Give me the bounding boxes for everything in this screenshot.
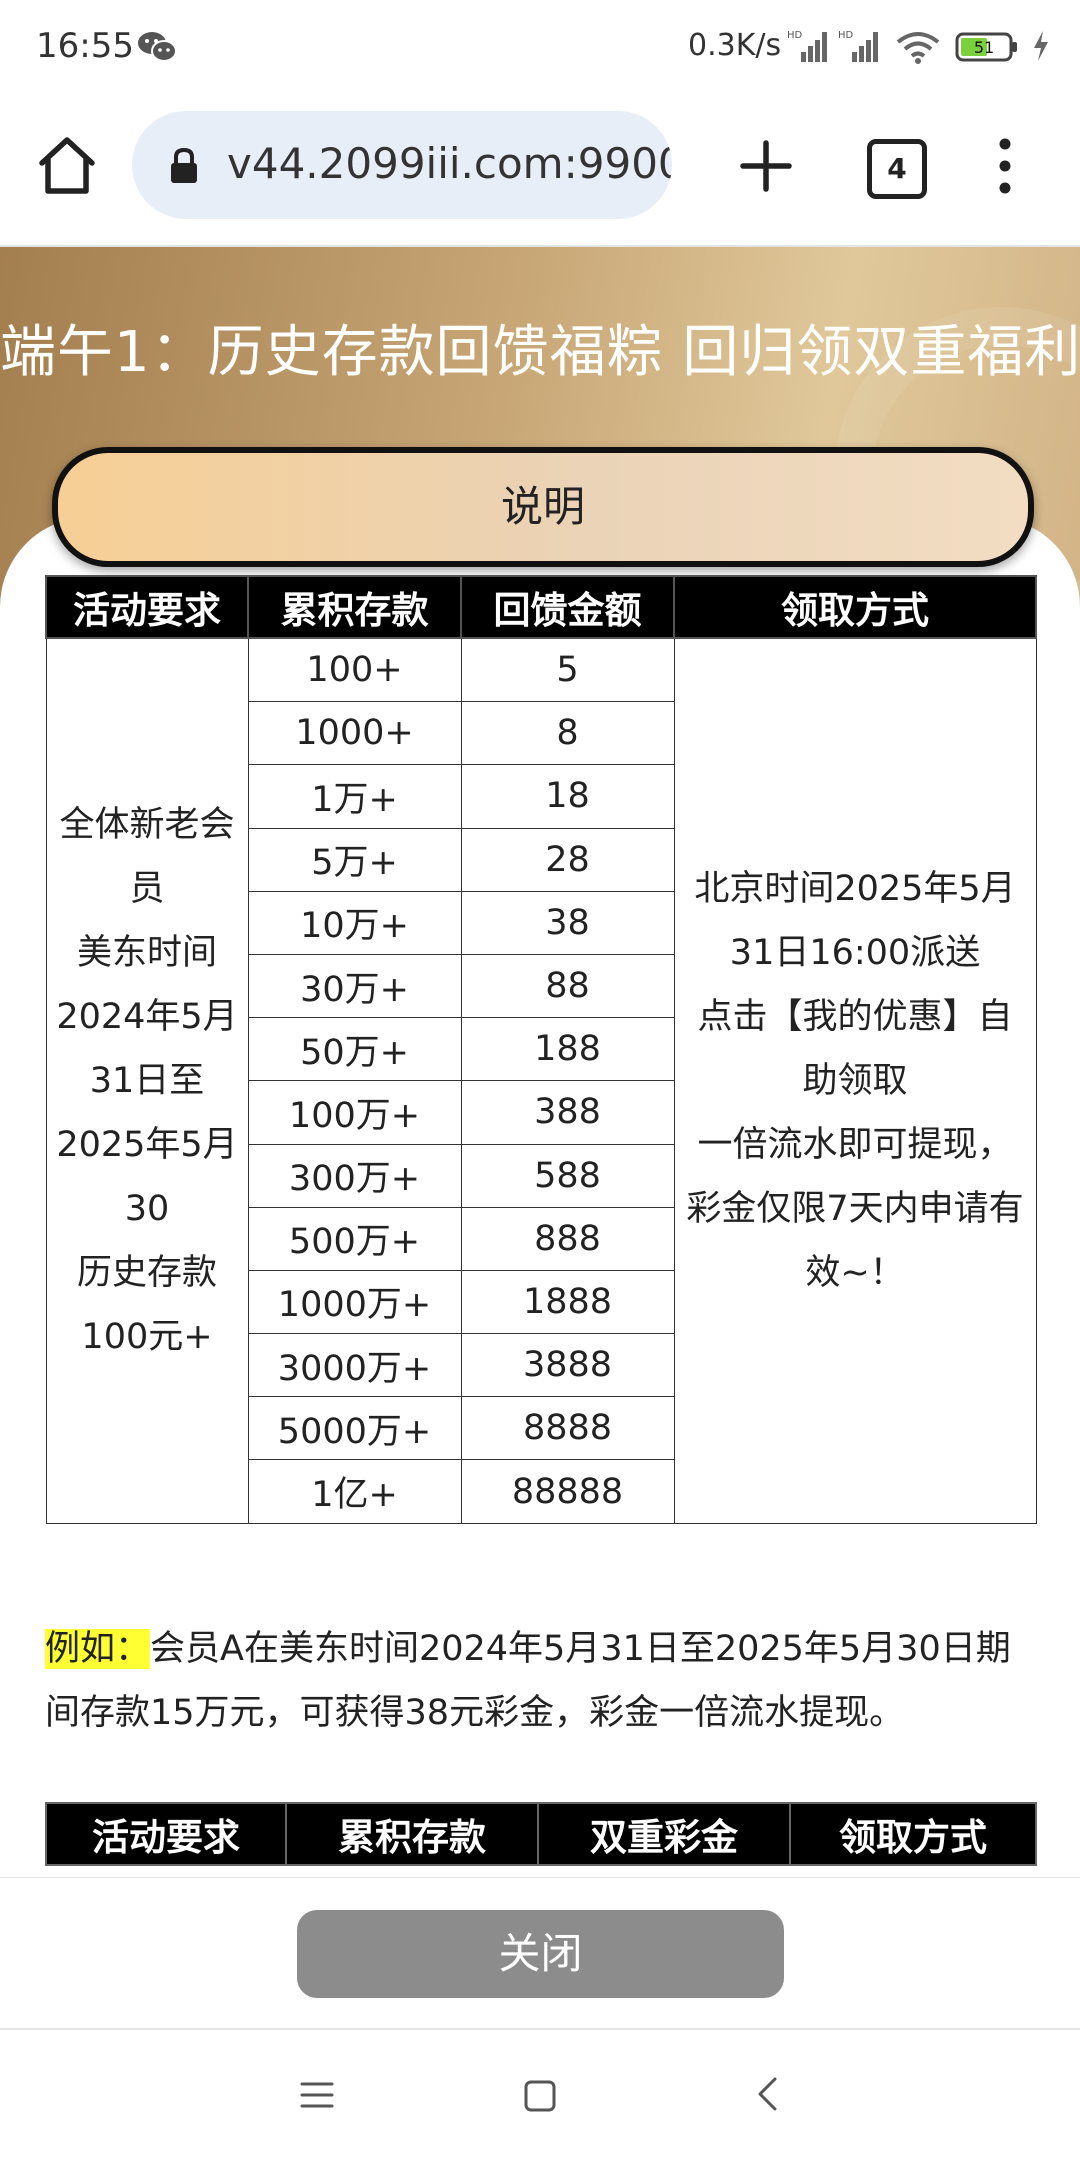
requirement-line: 2025年5月30 (56, 1124, 238, 1229)
claim-method-cell: 北京时间2025年5月31日16:00派送 点击【我的优惠】自助领取一倍流水即可提… (673, 637, 1037, 1524)
plus-icon[interactable] (735, 135, 797, 197)
deposit-cell: 30万+ (247, 953, 462, 1019)
net-speed: 0.3K/s (688, 28, 782, 63)
deposit-cell: 5000万+ (247, 1396, 462, 1461)
double-bonus-table: 活动要求 累积存款 双重彩金 领取方式 (45, 1802, 1037, 1866)
requirement-line: 全体新老会员 (59, 804, 235, 909)
system-nav-bar (0, 2030, 1080, 2158)
table2-header-row: 活动要求 累积存款 双重彩金 领取方式 (45, 1802, 1037, 1866)
claim-method-line: 北京时间2025年5月31日16:00派送 (694, 868, 1016, 973)
reward-table: 活动要求 累积存款 回馈金额 领取方式 全体新老会员美东时间 2024年5月31日… (45, 575, 1037, 1524)
example-body: 会员A在美东时间2024年5月31日至2025年5月30日期间存款15万元，可获… (45, 1629, 1011, 1733)
reward-cell: 18 (460, 764, 675, 829)
reward-cell: 8888 (460, 1396, 675, 1461)
reward-cell: 188 (460, 1017, 675, 1082)
header-reward: 回馈金额 (460, 575, 675, 639)
reward-cell: 888 (460, 1206, 675, 1271)
deposit-cell: 100+ (247, 637, 462, 703)
reward-cell: 3888 (460, 1333, 675, 1398)
deposit-cell: 300万+ (247, 1143, 462, 1208)
more-vert-icon[interactable] (990, 135, 1020, 197)
dialog-footer: 关闭 (0, 1877, 1080, 2030)
reward-cell: 388 (460, 1080, 675, 1145)
deposit-cell: 1亿+ (247, 1459, 462, 1524)
signal-icon-2: HD (838, 30, 878, 62)
claim-method-line: 点击【我的优惠】自助领取 (697, 996, 1013, 1101)
wifi-icon (896, 32, 940, 64)
deposit-cell: 500万+ (247, 1206, 462, 1271)
deposit-cell: 1万+ (247, 764, 462, 829)
reward-cell: 588 (460, 1143, 675, 1208)
deposit-cell: 10万+ (247, 890, 462, 955)
back-icon[interactable] (755, 2076, 779, 2112)
requirement-line: 历史存款 (76, 1252, 217, 1293)
reward-cell: 8 (460, 701, 675, 766)
header-method: 领取方式 (673, 575, 1037, 639)
table2-header-requirement: 活动要求 (45, 1802, 287, 1866)
explain-button[interactable]: 说明 (52, 447, 1034, 567)
close-button[interactable]: 关闭 (297, 1910, 784, 1998)
page-content[interactable]: 端午1：历史存款回馈福粽 回归领双重福利 说明 活动要求 累积存款 回馈金额 领… (0, 247, 1080, 1877)
wechat-icon (138, 32, 177, 62)
requirement-cell: 全体新老会员美东时间 2024年5月31日至 2025年5月30 历史存款 100元+ (45, 637, 249, 1524)
lock-icon (171, 147, 197, 183)
charging-icon (1034, 31, 1048, 61)
tab-count: 4 (887, 152, 907, 185)
browser-toolbar: v44.2099iii.com:9900 4 (0, 95, 1080, 247)
table2-header-bonus: 双重彩金 (537, 1802, 791, 1866)
requirement-line: 美东时间 (76, 932, 217, 973)
table-header-row: 活动要求 累积存款 回馈金额 领取方式 (45, 575, 1037, 639)
deposit-cell: 1000+ (247, 701, 462, 766)
battery-icon: 51 (955, 32, 1017, 62)
example-label: 例如： (45, 1629, 151, 1669)
battery-level: 51 (974, 38, 994, 57)
reward-cell: 38 (460, 890, 675, 955)
banner-title: 端午1：历史存款回馈福粽 回归领双重福利 (0, 320, 1080, 385)
status-bar: 16:55 0.3K/s HD HD 51 (0, 0, 1080, 95)
reward-cell: 5 (460, 637, 675, 703)
table-row: 全体新老会员美东时间 2024年5月31日至 2025年5月30 历史存款 100元+ 1… (45, 637, 1037, 1524)
reward-table-body: 全体新老会员美东时间 2024年5月31日至 2025年5月30 历史存款 100元+ 1… (45, 637, 1037, 1524)
header-deposit: 累积存款 (247, 575, 462, 639)
requirement-line: 2024年5月31日至 (56, 996, 238, 1101)
home-icon[interactable] (36, 135, 98, 197)
example-text: 例如：会员A在美东时间2024年5月31日至2025年5月30日期间存款15万元… (45, 1617, 1045, 1745)
claim-method-line: 一倍流水即可提现，彩金仅限7天内申请有效~！ (686, 1124, 1024, 1293)
deposit-cell: 3000万+ (247, 1333, 462, 1398)
reward-cell: 1888 (460, 1269, 675, 1335)
status-time: 16:55 (36, 26, 134, 66)
table2-header-deposit: 累积存款 (285, 1802, 539, 1866)
reward-cell: 88888 (460, 1459, 675, 1524)
deposit-cell: 5万+ (247, 827, 462, 892)
deposit-cell: 1000万+ (247, 1269, 462, 1335)
reward-cell: 28 (460, 827, 675, 892)
address-bar[interactable]: v44.2099iii.com:9900 (132, 111, 672, 219)
deposit-cell: 50万+ (247, 1017, 462, 1082)
svg-text:HD: HD (787, 30, 803, 41)
requirement-line: 100元+ (81, 1316, 213, 1357)
home-square-icon[interactable] (524, 2080, 556, 2112)
url-text: v44.2099iii.com:9900 (227, 139, 672, 188)
svg-text:HD: HD (838, 30, 854, 41)
reward-cell: 88 (460, 953, 675, 1019)
table2-header-method: 领取方式 (789, 1802, 1037, 1866)
deposit-cell: 100万+ (247, 1080, 462, 1145)
signal-icon: HD (787, 30, 827, 62)
tabs-icon[interactable]: 4 (867, 139, 927, 199)
header-requirement: 活动要求 (45, 575, 249, 639)
menu-icon[interactable] (300, 2080, 334, 2110)
